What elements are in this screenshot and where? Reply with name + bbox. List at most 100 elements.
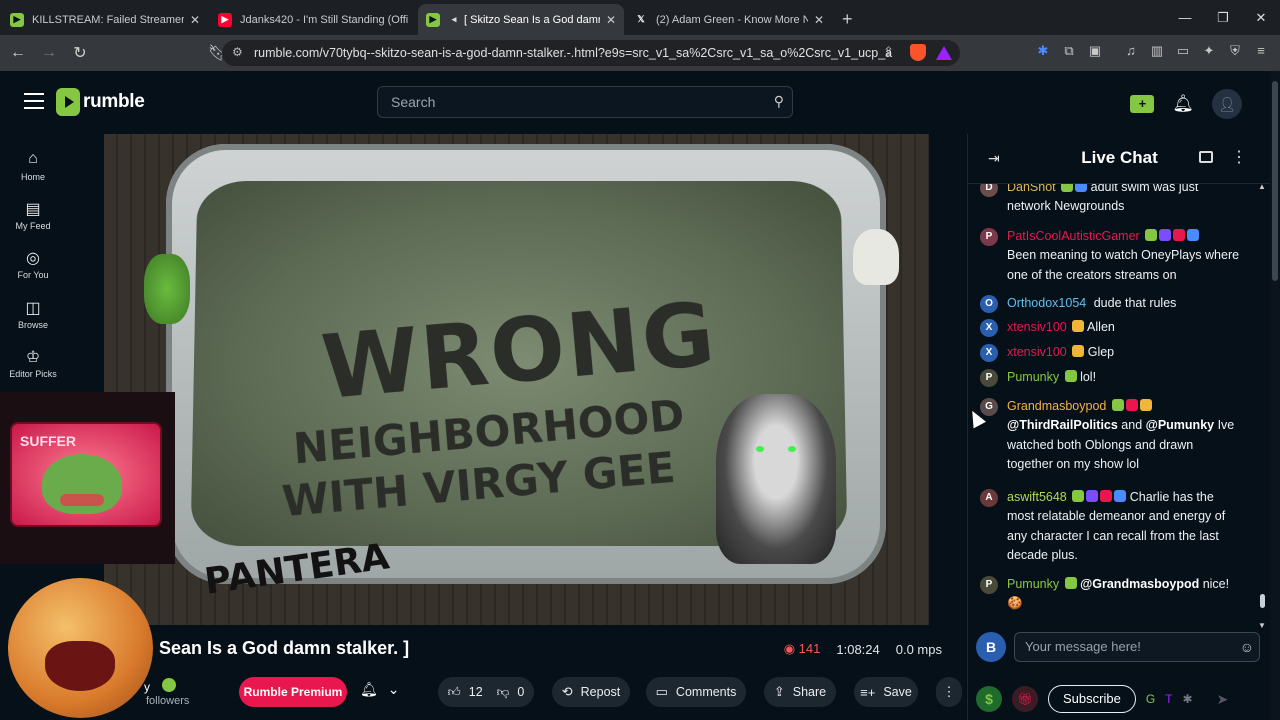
- go-live-icon[interactable]: +: [1130, 95, 1154, 113]
- reload-icon[interactable]: ↻: [67, 40, 93, 66]
- wallet-icon[interactable]: ▭: [1175, 43, 1191, 61]
- my-avatar: B: [976, 632, 1006, 662]
- user-avatar: G: [980, 398, 998, 416]
- brave-rewards-icon[interactable]: [936, 46, 952, 60]
- search-icon[interactable]: ⚲: [774, 93, 784, 110]
- more-vertical-icon[interactable]: ⋮: [1231, 147, 1247, 167]
- chat-username[interactable]: Orthodox1054: [1007, 296, 1086, 310]
- scroll-up-icon[interactable]: ▲: [1258, 182, 1266, 191]
- chat-mention[interactable]: @Pumunky: [1146, 418, 1214, 432]
- chat-username[interactable]: Pumunky: [1007, 577, 1059, 591]
- user-avatar: O: [980, 295, 998, 313]
- save-label: Save: [883, 685, 912, 699]
- subscribe-button[interactable]: Subscribe: [1048, 685, 1136, 713]
- chat-text: Glep: [1088, 345, 1114, 359]
- chat-scrollbar[interactable]: ▲ ▼: [1260, 188, 1265, 616]
- extension-icon[interactable]: ✱: [1035, 43, 1051, 61]
- notifications-bell-icon[interactable]: 🔔︎: [1172, 94, 1194, 114]
- chat-username[interactable]: Pumunky: [1007, 370, 1059, 384]
- chat-message-input[interactable]: Your message here!: [1014, 632, 1260, 662]
- rumble-logo[interactable]: rumble: [56, 88, 145, 116]
- comments-button[interactable]: ▭ Comments: [646, 677, 746, 707]
- scroll-down-icon[interactable]: ▼: [1258, 621, 1266, 630]
- chat-username[interactable]: aswift5648: [1007, 490, 1067, 504]
- close-icon[interactable]: ✕: [606, 13, 616, 27]
- chat-username[interactable]: Grandmasboypod: [1007, 399, 1106, 413]
- sidebar-item-home[interactable]: ⌂ Home: [0, 141, 66, 190]
- browser-tab-adam-green[interactable]: 𝕏 (2) Adam Green - Know More News o ✕: [626, 4, 832, 35]
- badge-icon: [1061, 184, 1073, 192]
- rumble-premium-button[interactable]: Rumble Premium: [239, 677, 347, 707]
- green-g-icon[interactable]: G: [1146, 692, 1155, 706]
- chat-text: lol!: [1080, 370, 1096, 384]
- chat-mention[interactable]: @Grandmasboypod: [1080, 577, 1199, 591]
- site-settings-icon[interactable]: ⚙: [232, 45, 243, 59]
- browse-icon: ◫: [25, 298, 40, 318]
- thumbs-down-icon[interactable]: 👎︎: [497, 685, 510, 700]
- rant-dollar-icon[interactable]: $: [976, 686, 1002, 712]
- gift-icon[interactable]: 🎁︎: [1012, 686, 1038, 712]
- thumbs-up-icon[interactable]: 👍︎: [448, 685, 461, 700]
- puzzle-icon[interactable]: ⧉: [1061, 43, 1077, 61]
- badge-icon: [1145, 229, 1157, 241]
- chat-username[interactable]: PatIsCoolAutisticGamer: [1007, 229, 1140, 243]
- grey-figure-icon[interactable]: ✱: [1183, 692, 1193, 706]
- minimize-icon[interactable]: —: [1166, 0, 1204, 35]
- search-input[interactable]: Search ⚲: [377, 86, 793, 118]
- badge-icon: [1075, 184, 1087, 192]
- maximize-icon[interactable]: ❐: [1204, 0, 1242, 35]
- chat-username[interactable]: xtensiv100: [1007, 320, 1067, 334]
- badge-icon: [1112, 399, 1124, 411]
- new-tab-button[interactable]: +: [842, 4, 853, 35]
- close-icon[interactable]: ✕: [190, 13, 200, 27]
- back-icon[interactable]: ←: [5, 40, 31, 66]
- url-field[interactable]: ⚙ rumble.com/v70tybq--skitzo-sean-is-a-g…: [222, 40, 960, 66]
- save-list-icon: ≡+: [860, 685, 875, 700]
- chat-username[interactable]: DanSnot: [1007, 184, 1056, 194]
- page-scroll-thumb[interactable]: [1272, 81, 1278, 281]
- user-avatar-icon[interactable]: 👤︎: [1212, 89, 1242, 119]
- channel-name[interactable]: y: [144, 680, 150, 694]
- close-icon[interactable]: ✕: [814, 13, 824, 27]
- chat-mode-icon[interactable]: [1199, 151, 1213, 163]
- chat-mention[interactable]: @ThirdRailPolitics: [1007, 418, 1118, 432]
- chat-scroll-thumb[interactable]: [1260, 594, 1265, 608]
- sidebar-item-for-you[interactable]: ◎ For You: [0, 240, 66, 289]
- more-vertical-icon: ⋮: [943, 684, 956, 700]
- chat-text: and: [1118, 418, 1146, 432]
- tab-title: [ Skitzo Sean Is a God damn s: [464, 14, 600, 26]
- user-avatar: A: [980, 489, 998, 507]
- share-button[interactable]: ⇪ Share: [764, 677, 836, 707]
- reader-icon[interactable]: ▣: [1087, 43, 1103, 61]
- chat-message: D DanSnot adult swim was just network Ne…: [980, 184, 1242, 217]
- speaker-icon[interactable]: ◂: [448, 13, 460, 27]
- chat-username[interactable]: xtensiv100: [1007, 345, 1067, 359]
- page-scrollbar[interactable]: [1270, 71, 1280, 720]
- sidebar-item-editor-picks[interactable]: ♔ Editor Picks: [0, 338, 66, 387]
- browser-tab-skitzo[interactable]: ▶ ◂ [ Skitzo Sean Is a God damn s ✕: [418, 4, 624, 35]
- skull-sticker: [853, 229, 899, 285]
- vpn-icon[interactable]: ⛨: [1227, 43, 1243, 61]
- emoji-picker-icon[interactable]: ☺: [1240, 639, 1254, 655]
- brave-shields-icon[interactable]: [910, 44, 926, 61]
- forward-icon[interactable]: →: [36, 40, 62, 66]
- menu-icon[interactable]: ≡: [1253, 43, 1269, 61]
- browser-tab-killstream[interactable]: ▶ KILLSTREAM: Failed Streamer Kyle Co ✕: [2, 4, 208, 35]
- share-page-icon[interactable]: ⇪: [883, 44, 894, 60]
- video-player[interactable]: WRONG NEIGHBORHOOD WITH VIRGY GEE PANTER…: [104, 134, 929, 625]
- leo-icon[interactable]: ✦: [1201, 43, 1217, 61]
- purple-t-icon[interactable]: T: [1165, 692, 1172, 706]
- chat-message-list[interactable]: D DanSnot adult swim was just network Ne…: [968, 184, 1258, 614]
- repost-button[interactable]: ⟲ Repost: [552, 677, 630, 707]
- save-button[interactable]: ≡+ Save: [854, 677, 918, 707]
- more-options-button[interactable]: ⋮: [936, 677, 962, 707]
- send-icon[interactable]: ➤: [1217, 691, 1229, 708]
- media-icon[interactable]: ♫: [1123, 43, 1139, 61]
- hamburger-menu-icon[interactable]: [24, 93, 44, 111]
- browser-tab-jdanks[interactable]: ▶ Jdanks420 - I'm Still Standing (Offici…: [210, 4, 416, 35]
- sidebar-item-browse[interactable]: ◫ Browse: [0, 289, 66, 338]
- notify-toggle[interactable]: 🔔︎ ⌄: [360, 681, 400, 698]
- close-window-icon[interactable]: ✕: [1242, 0, 1280, 35]
- sidebar-icon[interactable]: ▥: [1149, 43, 1165, 61]
- sidebar-item-my-feed[interactable]: ▤ My Feed: [0, 190, 66, 239]
